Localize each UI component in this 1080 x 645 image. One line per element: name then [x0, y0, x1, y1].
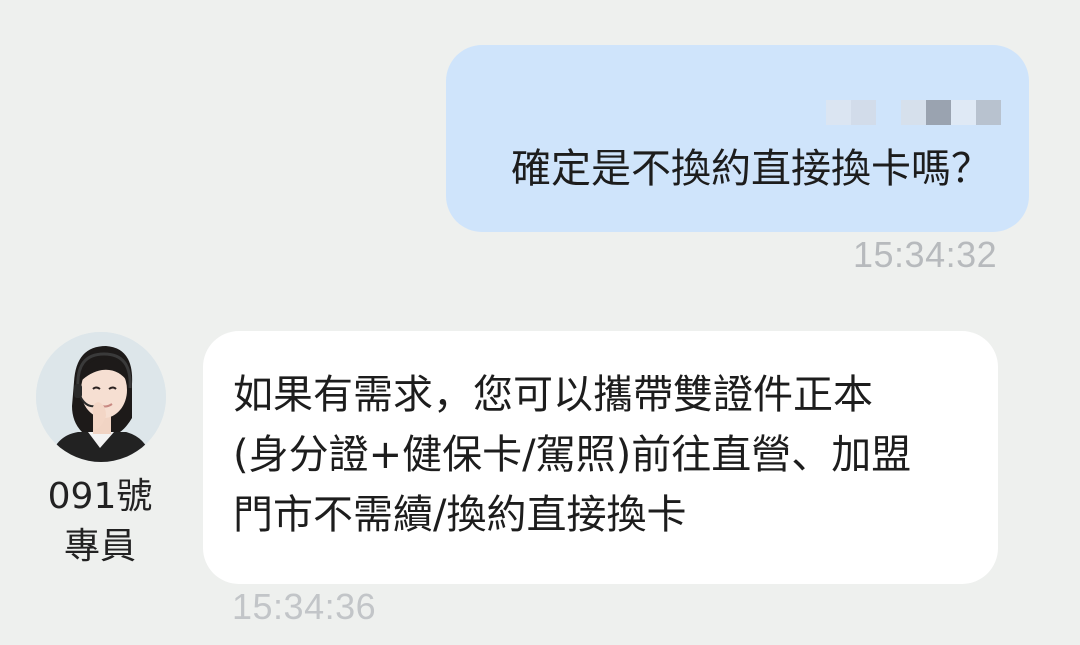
outgoing-message-bubble[interactable]: 確定是不換約直接換卡嗎？: [446, 45, 1029, 232]
redacted-sender-mosaic: [826, 100, 1026, 126]
incoming-message-bubble[interactable]: 如果有需求，您可以攜帶雙證件正本 (身分證+健保卡/駕照)前往直營、加盟 門市不…: [203, 331, 998, 584]
agent-number: 091號: [47, 476, 153, 517]
agent-label: 091號 專員: [20, 472, 180, 572]
incoming-message-time: 15:34:36: [232, 586, 377, 627]
chat-conversation: 確定是不換約直接換卡嗎？ 15:34:32 091號 專員 如果有需求，您可以攜…: [0, 0, 1080, 645]
outgoing-message-text: 確定是不換約直接換卡嗎？: [511, 146, 991, 192]
outgoing-message-time: 15:34:32: [853, 234, 998, 275]
incoming-message-line-1: 如果有需求，您可以攜帶雙證件正本: [233, 372, 873, 418]
agent-title: 專員: [63, 526, 136, 567]
incoming-message-line-2: (身分證+健保卡/駕照)前往直營、加盟: [233, 432, 912, 478]
agent-avatar[interactable]: [36, 332, 166, 462]
incoming-message-line-3: 門市不需續/換約直接換卡: [233, 492, 687, 538]
agent-avatar-icon: [36, 332, 166, 462]
